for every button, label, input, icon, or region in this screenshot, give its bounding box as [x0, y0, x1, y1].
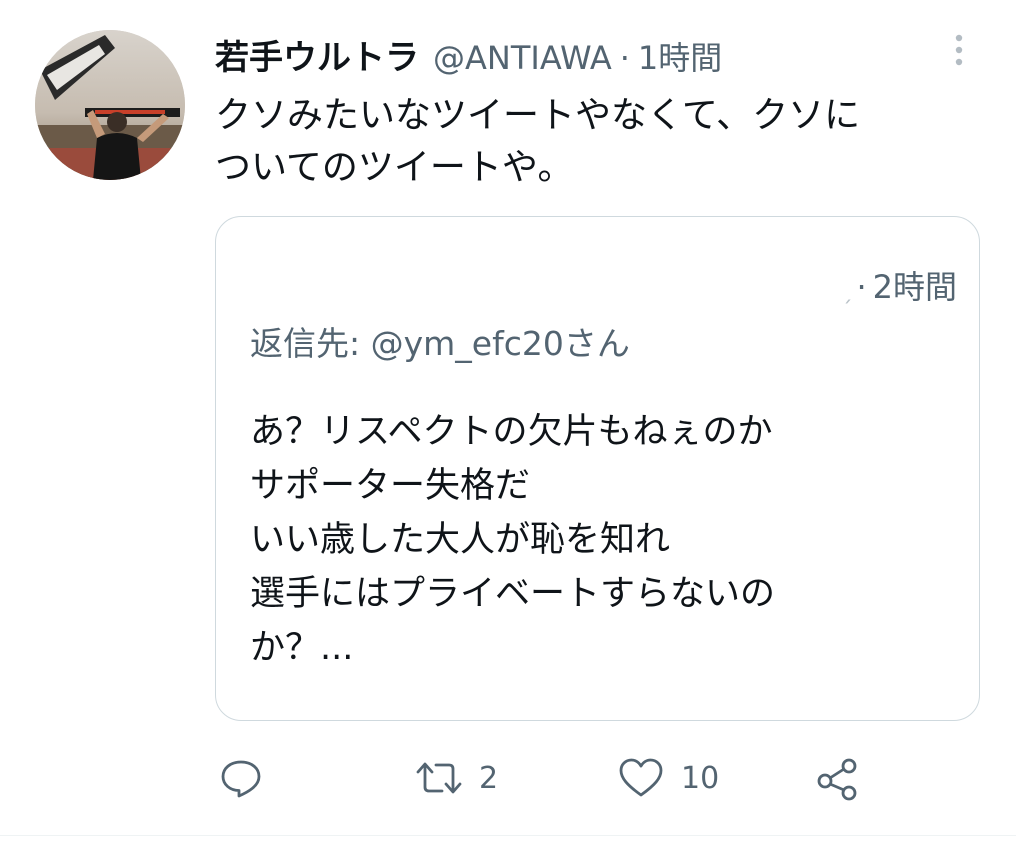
- tweet-header: 若手ウルトラ @ANTIAWA · 1時間: [215, 34, 722, 82]
- reply-button[interactable]: [218, 750, 264, 806]
- user-handle[interactable]: @ANTIAWA: [433, 34, 612, 82]
- quoted-separator-dot: ·: [856, 268, 867, 306]
- like-button[interactable]: 10: [617, 750, 719, 806]
- more-options-icon[interactable]: [944, 32, 974, 72]
- avatar[interactable]: [35, 30, 185, 180]
- tweet-text: クソみたいなツイートやなくて、クソに ついてのツイートや。: [215, 95, 861, 188]
- share-button[interactable]: [814, 750, 860, 806]
- replying-to[interactable]: 返信先: @ym_efc20さん: [250, 321, 630, 367]
- display-name[interactable]: 若手ウルトラ: [215, 34, 419, 82]
- action-bar: 2 10: [0, 750, 1016, 806]
- quoted-time-label: 2時間: [872, 268, 957, 306]
- heart-icon: [619, 758, 663, 797]
- reply-icon: [221, 760, 261, 798]
- separator-dot: ·: [619, 39, 630, 77]
- retweet-icon: [416, 762, 462, 794]
- quoted-tweet-text: あ？リスペクトの欠片もねぇのか サポーター失格だ いい歳した大人が恥を知れ 選手…: [250, 412, 776, 668]
- tweet[interactable]: 若手ウルトラ @ANTIAWA · 1時間 クソみたいなツイートやなくて、クソに…: [0, 0, 1016, 849]
- divider: [0, 835, 1016, 836]
- tweet-timestamp[interactable]: 1時間: [638, 34, 722, 82]
- quoted-tweet[interactable]: ˏ · 2時間 返信先: @ym_efc20さん あ？リスペクトの欠片もねぇのか サ…: [215, 216, 980, 721]
- retweet-count: 2: [479, 760, 499, 796]
- share-icon: [817, 758, 857, 801]
- quoted-tweet-timestamp[interactable]: ˏ · 2時間: [841, 265, 957, 314]
- retweet-button[interactable]: 2: [415, 750, 498, 806]
- quoted-avatar-placeholder: ˏ: [841, 279, 853, 304]
- like-count: 10: [681, 760, 720, 796]
